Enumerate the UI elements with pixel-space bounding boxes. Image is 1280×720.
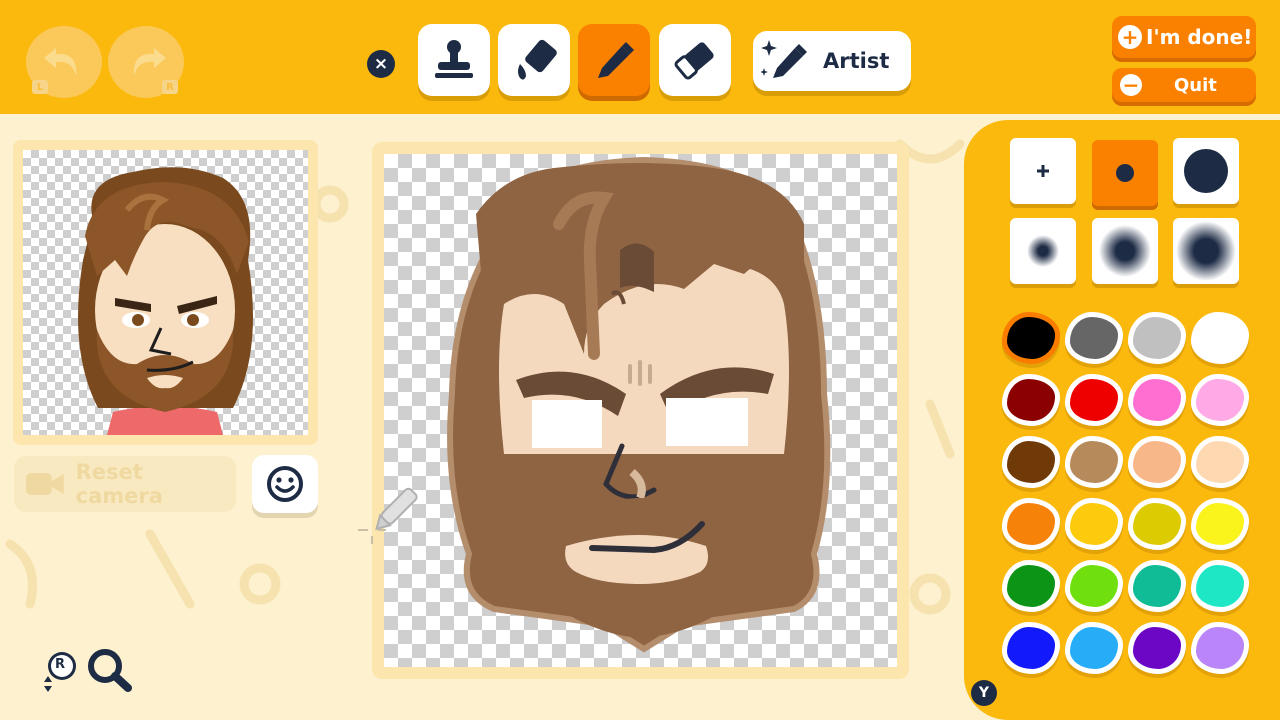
redo-icon <box>133 48 166 76</box>
tool-fill-button[interactable] <box>498 24 570 96</box>
camera-icon <box>26 473 64 495</box>
color-swatch[interactable] <box>1128 622 1186 674</box>
color-swatch[interactable] <box>1128 312 1186 364</box>
redo-shortcut-badge: R <box>162 80 178 94</box>
pen-cursor-icon <box>358 487 418 544</box>
brush-large-dot-icon <box>1184 149 1228 193</box>
color-swatch[interactable] <box>1128 436 1186 488</box>
drawing-canvas-frame <box>372 142 909 679</box>
color-swatch[interactable] <box>1191 312 1249 364</box>
undo-button[interactable]: L <box>26 26 102 98</box>
color-swatch[interactable] <box>1191 560 1249 612</box>
tool-eraser-button[interactable] <box>659 24 731 96</box>
eraser-icon <box>674 42 714 80</box>
zoom-control[interactable]: R <box>40 646 140 696</box>
plus-icon: + <box>1118 25 1142 49</box>
brush-soft-small[interactable] <box>1010 218 1076 284</box>
brush-medium-dot-icon <box>1116 164 1134 182</box>
color-swatch[interactable] <box>1065 560 1123 612</box>
color-swatch[interactable] <box>1002 312 1060 364</box>
color-swatch[interactable] <box>1065 622 1123 674</box>
redo-button[interactable]: R <box>108 26 184 98</box>
stamp-icon <box>435 40 473 78</box>
color-swatch[interactable] <box>1065 312 1123 364</box>
color-swatch[interactable] <box>1002 436 1060 488</box>
color-swatch[interactable] <box>1128 374 1186 426</box>
tool-stamp-button[interactable] <box>418 24 490 96</box>
color-swatch[interactable] <box>1065 374 1123 426</box>
quit-button[interactable]: − Quit <box>1112 68 1256 102</box>
drawing-canvas[interactable] <box>384 154 897 667</box>
brush-small-dot-icon <box>1037 165 1049 177</box>
reset-camera-button[interactable]: Reset camera <box>14 456 236 512</box>
color-swatch[interactable] <box>1002 374 1060 426</box>
mii-character-preview <box>78 167 253 435</box>
mii-preview-panel[interactable] <box>13 140 318 445</box>
close-tool-menu-icon[interactable]: × <box>367 50 395 78</box>
zoom-button-hint: R <box>55 657 66 672</box>
color-swatch[interactable] <box>1065 498 1123 550</box>
color-swatch[interactable] <box>1128 560 1186 612</box>
brush-soft-large-icon <box>1176 221 1236 281</box>
artist-label: Artist <box>823 49 890 73</box>
color-swatch[interactable] <box>1002 560 1060 612</box>
brush-size-small[interactable] <box>1010 138 1076 204</box>
color-swatch[interactable] <box>1002 498 1060 550</box>
color-swatch[interactable] <box>1191 498 1249 550</box>
brush-soft-medium[interactable] <box>1092 218 1158 284</box>
artist-mode-button[interactable]: Artist <box>753 31 911 91</box>
palette-panel <box>964 120 1280 720</box>
done-label: I'm done! <box>1146 25 1253 49</box>
color-swatch[interactable] <box>1191 436 1249 488</box>
brush-soft-small-icon <box>1027 235 1059 267</box>
brush-size-large[interactable] <box>1173 138 1239 204</box>
paint-bucket-icon <box>518 39 557 80</box>
top-toolbar: L R × Artist + I'm done! − Quit <box>0 0 1280 114</box>
undo-shortcut-badge: L <box>32 80 48 94</box>
face-view-button[interactable] <box>252 455 318 513</box>
minus-icon: − <box>1120 74 1142 96</box>
done-button[interactable]: + I'm done! <box>1112 16 1256 58</box>
color-swatch[interactable] <box>1065 436 1123 488</box>
brush-soft-large[interactable] <box>1173 218 1239 284</box>
pen-icon <box>598 42 634 78</box>
face-paint-drawing <box>447 156 831 653</box>
brush-size-medium[interactable] <box>1092 140 1158 206</box>
preview-viewport[interactable] <box>23 150 308 435</box>
color-swatch[interactable] <box>1191 374 1249 426</box>
brush-soft-medium-icon <box>1099 225 1151 277</box>
tool-pen-button[interactable] <box>578 24 650 96</box>
smiley-face-icon <box>267 466 303 502</box>
color-swatch[interactable] <box>1191 622 1249 674</box>
undo-icon <box>44 48 77 76</box>
y-button-hint-icon: Y <box>971 680 997 706</box>
sparkle-pen-icon <box>761 40 807 78</box>
color-swatch[interactable] <box>1128 498 1186 550</box>
reset-camera-label: Reset camera <box>75 460 163 508</box>
quit-label: Quit <box>1174 74 1217 96</box>
color-swatch[interactable] <box>1002 622 1060 674</box>
